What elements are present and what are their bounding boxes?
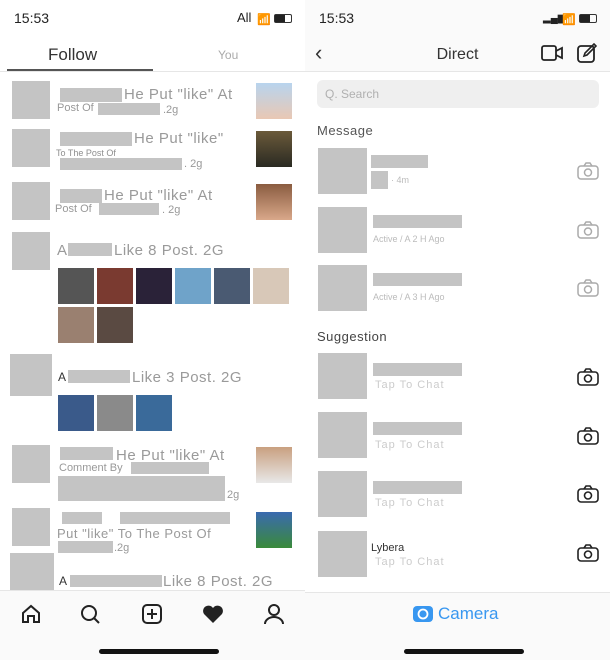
status-time: 15:53	[319, 10, 355, 26]
post-thumbnail[interactable]	[256, 184, 292, 220]
camera-label: Camera	[438, 604, 499, 623]
post-thumbnail[interactable]	[256, 447, 292, 483]
camera-icon[interactable]	[577, 279, 599, 297]
post-thumbnail[interactable]	[256, 512, 292, 548]
avatar	[12, 445, 50, 483]
post-thumbnail[interactable]	[58, 268, 94, 304]
message-header: Message	[317, 123, 374, 138]
avatar	[318, 148, 367, 194]
post-thumbnail[interactable]	[214, 268, 250, 304]
avatar	[318, 471, 367, 517]
camera-icon[interactable]	[577, 162, 599, 180]
avatar	[10, 553, 54, 591]
avatar	[318, 412, 367, 458]
status-carrier: All	[237, 10, 252, 25]
post-thumbnail[interactable]	[97, 307, 133, 343]
tab-follow[interactable]: Follow	[48, 45, 97, 65]
activity-screen: 15:53 All 📶 Follow You He Put "like" At …	[0, 0, 305, 660]
camera-icon	[413, 606, 433, 622]
direct-screen: 15:53 ▂▄▆ 📶 ‹ Direct Q. Search Message ·…	[305, 0, 610, 660]
search-icon[interactable]	[80, 604, 102, 626]
profile-icon[interactable]	[263, 603, 285, 625]
camera-icon[interactable]	[577, 544, 599, 562]
battery-icon	[274, 14, 292, 23]
post-thumbnail[interactable]	[256, 131, 292, 167]
avatar	[318, 353, 367, 399]
post-thumbnail[interactable]	[136, 268, 172, 304]
post-thumbnail[interactable]	[253, 268, 289, 304]
home-icon[interactable]	[20, 603, 42, 625]
page-title: Direct	[436, 46, 479, 63]
camera-icon[interactable]	[577, 485, 599, 503]
home-indicator	[404, 649, 524, 654]
avatar	[12, 81, 50, 119]
post-thumbnail[interactable]	[58, 395, 94, 431]
camera-icon[interactable]	[577, 221, 599, 239]
camera-icon[interactable]	[577, 368, 599, 386]
search-input[interactable]: Q. Search	[317, 80, 599, 108]
tab-you[interactable]: You	[218, 48, 238, 62]
post-thumbnail[interactable]	[175, 268, 211, 304]
post-thumbnail[interactable]	[97, 268, 133, 304]
avatar	[318, 265, 367, 311]
status-time: 15:53	[14, 10, 50, 26]
battery-icon	[579, 14, 597, 23]
heart-icon[interactable]	[202, 604, 224, 624]
avatar	[318, 531, 367, 577]
avatar	[12, 508, 50, 546]
home-indicator	[99, 649, 219, 654]
post-thumbnail[interactable]	[58, 307, 94, 343]
camera-icon[interactable]	[577, 427, 599, 445]
avatar	[318, 207, 367, 253]
post-thumbnail[interactable]	[136, 395, 172, 431]
avatar	[12, 182, 50, 220]
wifi-icon: 📶	[562, 14, 576, 26]
wifi-icon: 📶	[257, 14, 271, 26]
post-thumbnail[interactable]	[97, 395, 133, 431]
post-thumbnail[interactable]	[256, 83, 292, 119]
avatar	[12, 129, 50, 167]
suggestion-header: Suggestion	[317, 329, 388, 344]
avatar	[10, 354, 52, 396]
add-icon[interactable]	[141, 603, 163, 625]
avatar	[12, 232, 50, 270]
compose-icon[interactable]	[577, 43, 597, 63]
video-call-icon[interactable]	[541, 45, 563, 61]
